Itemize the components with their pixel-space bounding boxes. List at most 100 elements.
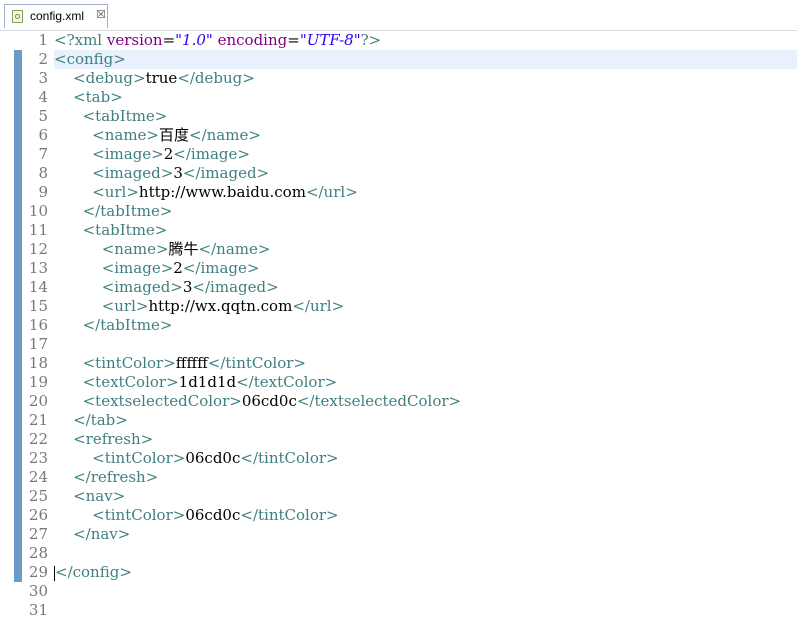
code-line[interactable]: <image>2</image>: [54, 145, 797, 164]
xml-tag: </image>: [182, 259, 260, 277]
code-line[interactable]: </tab>: [54, 411, 797, 430]
xml-attribute-value: "UTF-8": [299, 31, 361, 49]
xml-tag: </tabItme>: [82, 316, 173, 334]
xml-tag: <url>: [92, 183, 139, 201]
close-icon[interactable]: ☒: [96, 8, 106, 21]
code-line[interactable]: <image>2</image>: [54, 259, 797, 278]
code-line[interactable]: </tabItme>: [54, 202, 797, 221]
code-line[interactable]: <textselectedColor>06cd0c</textselectedC…: [54, 392, 797, 411]
code-line[interactable]: [54, 582, 797, 601]
xml-file-icon: [12, 10, 23, 23]
code-line[interactable]: <nav>: [54, 487, 797, 506]
code-line[interactable]: <name>腾牛</name>: [54, 240, 797, 259]
xml-tag: </imaged>: [182, 164, 270, 182]
xml-tag: </textselectedColor>: [296, 392, 462, 410]
line-number: 30: [28, 582, 48, 600]
xml-tag: </tintColor>: [240, 449, 339, 467]
xml-text: 腾牛: [168, 240, 199, 258]
tab-config-xml[interactable]: config.xml ☒: [4, 4, 108, 28]
xml-tag: <tintColor>: [92, 506, 186, 524]
line-number: 6: [38, 126, 48, 144]
code-line[interactable]: </tabItme>: [54, 316, 797, 335]
xml-tag: <?xml: [54, 31, 107, 49]
code-line[interactable]: </nav>: [54, 525, 797, 544]
xml-text: [54, 487, 73, 505]
xml-tag: </tabItme>: [82, 202, 173, 220]
xml-text: [54, 392, 83, 410]
xml-tag: <imaged>: [101, 278, 183, 296]
code-line[interactable]: <name>百度</name>: [54, 126, 797, 145]
line-number: 28: [28, 544, 48, 562]
xml-text: 3: [182, 278, 193, 296]
code-line[interactable]: [54, 601, 797, 620]
xml-tag: <imaged>: [92, 164, 174, 182]
code-line[interactable]: <refresh>: [54, 430, 797, 449]
code-line[interactable]: <tintColor>06cd0c</tintColor>: [54, 449, 797, 468]
xml-tag: </url>: [305, 183, 358, 201]
xml-tag: <tintColor>: [82, 354, 176, 372]
code-line[interactable]: [54, 544, 797, 563]
xml-text: 1d1d1d: [178, 373, 237, 391]
code-line[interactable]: <tabItme>: [54, 221, 797, 240]
line-number: 12: [28, 240, 48, 258]
code-line[interactable]: <tabItme>: [54, 107, 797, 126]
xml-tag: </tab>: [73, 411, 128, 429]
xml-tag: ?>: [360, 31, 382, 49]
xml-tag: <tab>: [73, 88, 123, 106]
xml-tag: <textColor>: [82, 373, 179, 391]
xml-text: [54, 183, 92, 201]
xml-tag: </tintColor>: [207, 354, 306, 372]
line-number: 11: [28, 221, 48, 239]
line-number: 8: [38, 164, 48, 182]
line-number: 25: [28, 487, 48, 505]
xml-tag: <image>: [92, 145, 164, 163]
code-line[interactable]: <url>http://wx.qqtn.com</url>: [54, 297, 797, 316]
code-line[interactable]: <config>: [54, 50, 797, 69]
xml-text: 06cd0c: [185, 449, 241, 467]
code-line[interactable]: <tintColor>ffffff</tintColor>: [54, 354, 797, 373]
xml-text: [54, 525, 73, 543]
xml-text: [54, 278, 102, 296]
code-line[interactable]: <imaged>3</imaged>: [54, 278, 797, 297]
xml-attribute: version: [106, 31, 163, 49]
line-number: 4: [38, 88, 48, 106]
xml-text: [54, 297, 102, 315]
xml-tag: <debug>: [73, 69, 146, 87]
code-line[interactable]: </refresh>: [54, 468, 797, 487]
xml-tag: </debug>: [177, 69, 255, 87]
line-number: 5: [38, 107, 48, 125]
xml-tag: <image>: [101, 259, 174, 277]
xml-text: [54, 449, 92, 467]
xml-text: [54, 240, 102, 258]
xml-text: [54, 126, 92, 144]
code-line[interactable]: <debug>true</debug>: [54, 69, 797, 88]
code-line[interactable]: [54, 335, 797, 354]
line-number: 13: [28, 259, 48, 277]
code-editor[interactable]: 1 2 3 4 5 6 7 8 9 10 11 12 13 14 15 16 17 18 19 20 21 22 23 24 2…: [0, 31, 797, 632]
xml-text: ffffff: [175, 354, 208, 372]
line-number: 27: [28, 525, 48, 543]
code-line[interactable]: <?xml version="1.0" encoding="UTF-8"?>: [54, 31, 797, 50]
xml-text: [54, 506, 92, 524]
code-line[interactable]: <textColor>1d1d1d</textColor>: [54, 373, 797, 392]
line-number: 15: [28, 297, 48, 315]
code-line[interactable]: </config>: [54, 563, 797, 582]
code-line[interactable]: <tab>: [54, 88, 797, 107]
xml-text: 2: [173, 259, 183, 277]
xml-text: [54, 430, 73, 448]
line-number: 14: [28, 278, 48, 296]
line-number-ruler: 1 2 3 4 5 6 7 8 9 10 11 12 13 14 15 16 17 18 19 20 21 22 23 24 2…: [24, 31, 48, 620]
code-line[interactable]: <url>http://www.baidu.com</url>: [54, 183, 797, 202]
line-number: 2: [38, 50, 48, 68]
line-number: 29: [28, 563, 48, 581]
xml-tag: </refresh>: [73, 468, 159, 486]
xml-text: [54, 88, 73, 106]
code-line[interactable]: <imaged>3</imaged>: [54, 164, 797, 183]
xml-text: [54, 259, 102, 277]
line-number: 3: [38, 69, 48, 87]
xml-text: 06cd0c: [185, 506, 241, 524]
code-text-area[interactable]: <?xml version="1.0" encoding="UTF-8"?> <c…: [54, 31, 797, 620]
code-line[interactable]: <tintColor>06cd0c</tintColor>: [54, 506, 797, 525]
xml-tag: </url>: [292, 297, 345, 315]
xml-text: [54, 164, 92, 182]
